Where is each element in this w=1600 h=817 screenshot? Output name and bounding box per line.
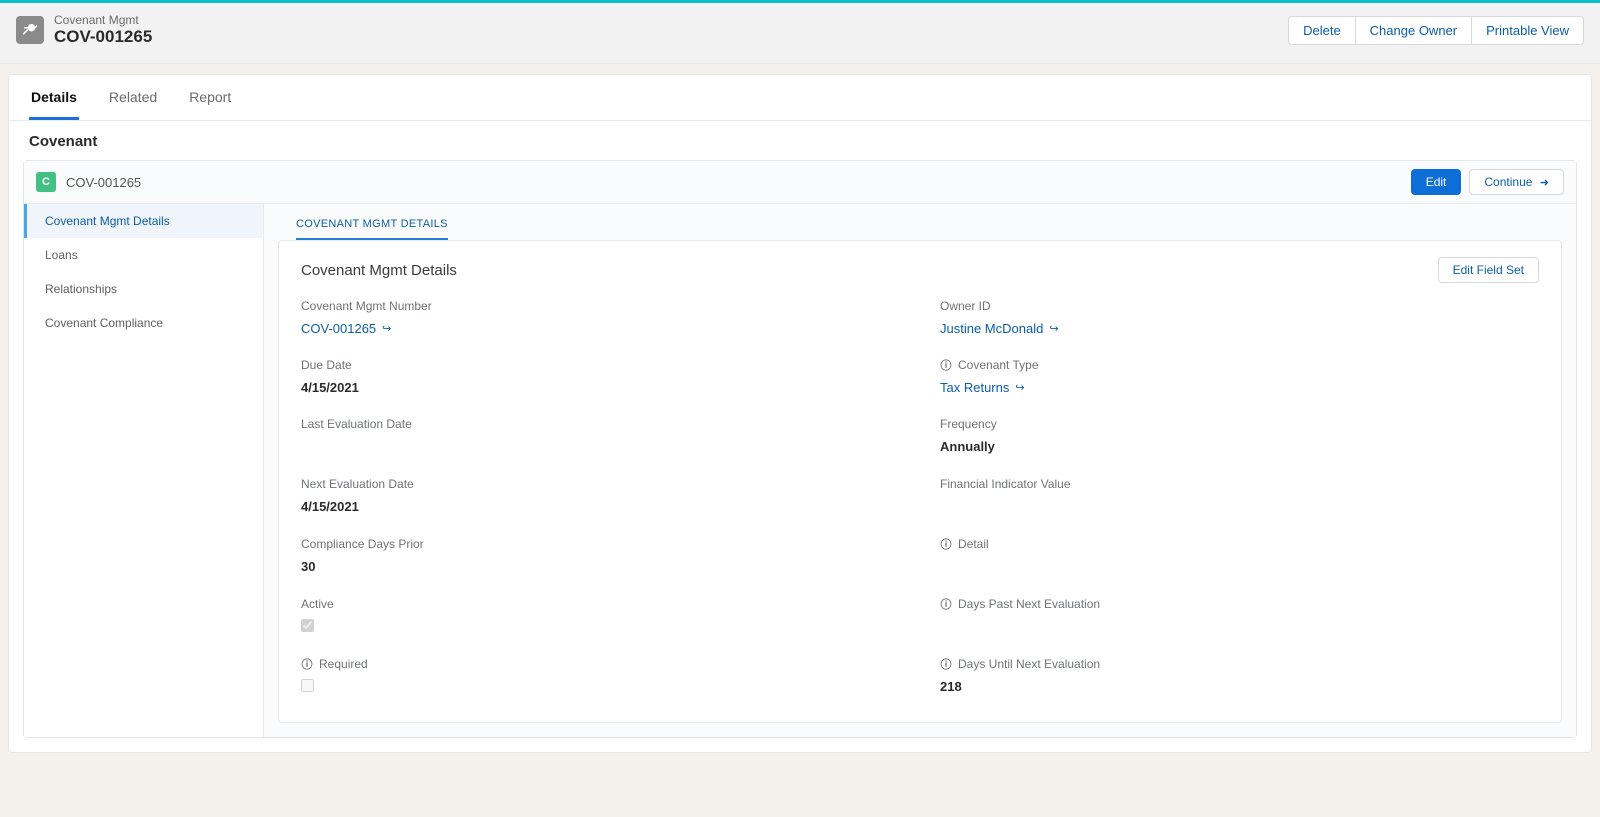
field-next-evaluation: Next Evaluation Date 4/15/2021 — [301, 477, 900, 515]
value-active — [301, 619, 900, 632]
field-detail: ⓘ Detail — [940, 537, 1539, 575]
detail-card-title: Covenant Mgmt Details — [301, 262, 457, 279]
tab-related[interactable]: Related — [107, 75, 159, 120]
sub-panel: C COV-001265 Edit Continue ➜ Covenant Mg… — [23, 160, 1577, 738]
label-detail: Detail — [958, 537, 989, 551]
label-required: Required — [319, 657, 368, 671]
sub-panel-header: C COV-001265 Edit Continue ➜ — [24, 161, 1576, 204]
tab-details[interactable]: Details — [29, 75, 79, 120]
field-covenant-number: Covenant Mgmt Number COV-001265 ↪ — [301, 299, 900, 336]
delete-button[interactable]: Delete — [1288, 16, 1356, 45]
field-covenant-type: ⓘ Covenant Type Tax Returns ↪ — [940, 358, 1539, 395]
label-due-date: Due Date — [301, 358, 900, 372]
detail-card: Covenant Mgmt Details Edit Field Set Cov… — [278, 240, 1562, 723]
field-days-until: ⓘ Days Until Next Evaluation 218 — [940, 657, 1539, 694]
field-owner-id: Owner ID Justine McDonald ↪ — [940, 299, 1539, 336]
label-compliance-days: Compliance Days Prior — [301, 537, 900, 551]
value-detail — [940, 559, 1539, 575]
content-tab-details[interactable]: COVENANT MGMT DETAILS — [296, 214, 448, 240]
record-type-eyebrow: Covenant Mgmt — [54, 13, 152, 27]
label-financial-indicator: Financial Indicator Value — [940, 477, 1539, 491]
main-card: Details Related Report Covenant C COV-00… — [8, 74, 1592, 753]
edit-button[interactable]: Edit — [1411, 169, 1462, 195]
label-days-past: Days Past Next Evaluation — [958, 597, 1100, 611]
side-nav: Covenant Mgmt Details Loans Relationship… — [24, 204, 264, 737]
info-icon[interactable]: ⓘ — [940, 359, 952, 371]
field-required: ⓘ Required — [301, 657, 900, 694]
value-financial-indicator — [940, 499, 1539, 515]
field-last-evaluation: Last Evaluation Date — [301, 417, 900, 455]
label-covenant-type: Covenant Type — [958, 358, 1039, 372]
field-frequency: Frequency Annually — [940, 417, 1539, 455]
info-icon[interactable]: ⓘ — [940, 658, 952, 670]
checkbox-required — [301, 679, 314, 692]
value-owner-id[interactable]: Justine McDonald ↪ — [940, 321, 1539, 336]
external-link-icon: ↪ — [1015, 381, 1024, 394]
value-covenant-type[interactable]: Tax Returns ↪ — [940, 380, 1539, 395]
external-link-icon: ↪ — [382, 322, 391, 335]
field-due-date: Due Date 4/15/2021 — [301, 358, 900, 395]
value-next-evaluation: 4/15/2021 — [301, 499, 900, 514]
external-link-icon: ↪ — [1049, 322, 1058, 335]
field-financial-indicator: Financial Indicator Value — [940, 477, 1539, 515]
info-icon[interactable]: ⓘ — [301, 658, 313, 670]
arrow-right-icon: ➜ — [1540, 177, 1549, 189]
label-last-evaluation: Last Evaluation Date — [301, 417, 900, 431]
label-covenant-number: Covenant Mgmt Number — [301, 299, 900, 313]
continue-label: Continue — [1484, 175, 1532, 189]
label-active: Active — [301, 597, 900, 611]
info-icon[interactable]: ⓘ — [940, 598, 952, 610]
field-days-past: ⓘ Days Past Next Evaluation — [940, 597, 1539, 635]
tab-report[interactable]: Report — [187, 75, 233, 120]
label-frequency: Frequency — [940, 417, 1539, 431]
label-owner-id: Owner ID — [940, 299, 1539, 313]
sidenav-item-covenant-compliance[interactable]: Covenant Compliance — [24, 306, 263, 340]
label-days-until: Days Until Next Evaluation — [958, 657, 1100, 671]
sidenav-item-relationships[interactable]: Relationships — [24, 272, 263, 306]
record-id: COV-001265 — [66, 175, 141, 190]
edit-field-set-button[interactable]: Edit Field Set — [1438, 257, 1539, 283]
value-frequency: Annually — [940, 439, 1539, 454]
page-header: Covenant Mgmt COV-001265 Delete Change O… — [0, 3, 1600, 64]
page-title: COV-001265 — [54, 27, 152, 47]
value-covenant-number[interactable]: COV-001265 ↪ — [301, 321, 900, 336]
continue-button[interactable]: Continue ➜ — [1469, 169, 1564, 195]
label-next-evaluation: Next Evaluation Date — [301, 477, 900, 491]
value-days-past — [940, 619, 1539, 635]
checkbox-active — [301, 619, 314, 632]
sidenav-item-covenant-mgmt-details[interactable]: Covenant Mgmt Details — [24, 204, 263, 238]
header-actions: Delete Change Owner Printable View — [1288, 16, 1584, 45]
field-compliance-days: Compliance Days Prior 30 — [301, 537, 900, 575]
record-type-icon — [16, 16, 44, 44]
sidenav-item-loans[interactable]: Loans — [24, 238, 263, 272]
value-required — [301, 679, 900, 692]
info-icon[interactable]: ⓘ — [940, 538, 952, 550]
section-title: Covenant — [9, 121, 1591, 160]
primary-tabs: Details Related Report — [9, 75, 1591, 121]
value-compliance-days: 30 — [301, 559, 900, 574]
record-badge: C — [36, 172, 56, 192]
content-area: COVENANT MGMT DETAILS Covenant Mgmt Deta… — [264, 204, 1576, 737]
value-last-evaluation — [301, 439, 900, 455]
value-days-until: 218 — [940, 679, 1539, 694]
change-owner-button[interactable]: Change Owner — [1356, 16, 1472, 45]
value-due-date: 4/15/2021 — [301, 380, 900, 395]
printable-view-button[interactable]: Printable View — [1472, 16, 1584, 45]
field-active: Active — [301, 597, 900, 635]
